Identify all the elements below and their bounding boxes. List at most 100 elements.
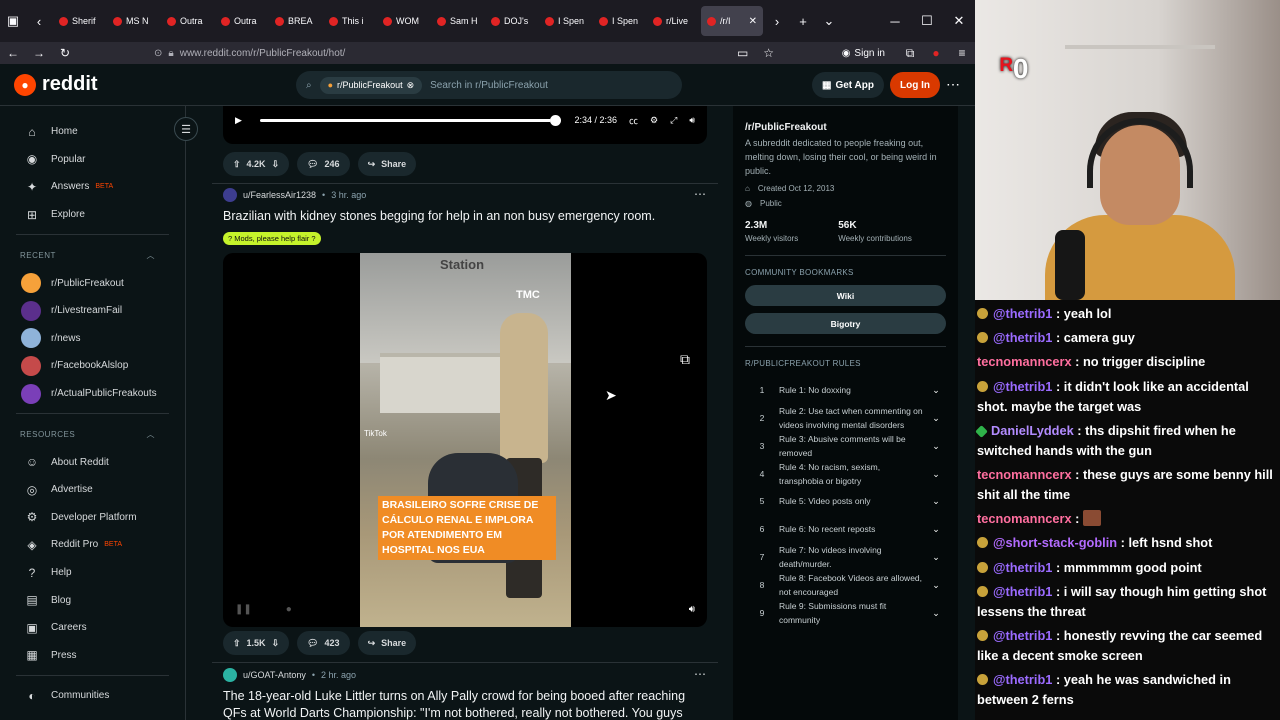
comments-button[interactable]: 💬︎ 246 <box>297 152 350 176</box>
sidebar-item-popular[interactable]: ◉ Popular <box>0 146 185 174</box>
browser-tab[interactable]: /r/I ✕ <box>701 6 763 36</box>
account-icon[interactable]: ◉ <box>842 48 851 59</box>
volume-icon[interactable]: 🔊︎ <box>689 115 695 126</box>
comments-button[interactable]: 💬︎ 423 <box>297 631 350 655</box>
rule-item[interactable]: 7 Rule 7: No videos involving death/murde… <box>745 543 946 571</box>
play-icon[interactable]: ▶ <box>235 115 242 126</box>
post-author[interactable]: u/FearlessAir1238 <box>243 190 316 200</box>
get-app-button[interactable]: ▦ Get App <box>812 72 884 98</box>
settings-gear-icon[interactable]: ⚙ <box>650 115 658 126</box>
resource-item[interactable]: ☺ About Reddit <box>0 448 185 476</box>
pause-icon[interactable]: ❚❚ <box>235 604 252 615</box>
resources-section-header[interactable]: RESOURCES ︿ <box>0 420 185 448</box>
scroll-tabs-left-icon[interactable]: ‹ <box>26 8 52 34</box>
chat-username[interactable]: @thetrib1 <box>993 379 1052 394</box>
avatar[interactable] <box>223 188 237 202</box>
rule-item[interactable]: 9 Rule 9: Submissions must fit community ⌄ <box>745 599 946 627</box>
app-menu-icon[interactable]: ≡ <box>949 46 975 60</box>
back-icon[interactable]: ← <box>0 46 26 60</box>
chevron-down-icon[interactable]: ⌄ <box>926 383 946 397</box>
recent-section-header[interactable]: RECENT ︿ <box>0 241 185 269</box>
browser-tab[interactable]: MS N <box>107 6 159 36</box>
more-options-icon[interactable]: ⋯ <box>946 76 960 93</box>
browser-tab[interactable]: DOJ's <box>485 6 537 36</box>
browser-tab[interactable]: I Spen <box>539 6 591 36</box>
post-author[interactable]: u/GOAT-Antony <box>243 670 306 680</box>
resource-item[interactable]: ⚙ Developer Platform <box>0 504 185 532</box>
video-player[interactable]: Station TMC TikTok BRASILEIRO SOFRE CRIS… <box>223 253 707 627</box>
collapse-sidebar-button[interactable]: ☰ <box>174 117 198 141</box>
browser-tab[interactable]: Sherif <box>53 6 105 36</box>
fullscreen-icon[interactable]: ⤢ <box>670 115 677 126</box>
site-info-icon[interactable]: ⊙ <box>154 48 162 59</box>
post-flair[interactable]: ? Mods, please help flair ? <box>223 232 321 245</box>
close-window-icon[interactable]: ✕ <box>943 8 975 34</box>
sidebar-item-home[interactable]: ⌂ Home <box>0 118 185 146</box>
resource-item[interactable]: ▦ Press <box>0 642 185 670</box>
share-button[interactable]: ↪ Share <box>357 631 417 655</box>
upvote-icon[interactable]: ⇧ <box>233 159 241 170</box>
browser-tab[interactable]: BREA <box>269 6 321 36</box>
sidebar-item-communities[interactable]: ◐ Communities <box>0 682 185 710</box>
bookmark-star-icon[interactable]: ☆ <box>756 46 782 60</box>
search-bar[interactable]: ⌕ ● r/PublicFreakout ⊗ Search in r/Publi… <box>296 71 682 99</box>
resource-item[interactable]: ◎ Advertise <box>0 476 185 504</box>
browser-tab[interactable]: r/Live <box>647 6 699 36</box>
browser-tab[interactable]: Outra <box>215 6 267 36</box>
resource-item[interactable]: ▣ Careers <box>0 614 185 642</box>
extensions-icon[interactable]: ⧉ <box>897 46 923 61</box>
post-options-icon[interactable]: ⋯ <box>694 667 706 681</box>
chat-username[interactable]: DanielLyddek <box>991 423 1074 438</box>
recent-community-item[interactable]: r/ActualPublicFreakouts <box>0 380 185 408</box>
upvote-icon[interactable]: ⇧ <box>233 638 241 649</box>
volume-icon[interactable]: 🔊︎ <box>689 604 695 615</box>
scroll-tabs-right-icon[interactable]: › <box>764 8 790 34</box>
tab-list-icon[interactable]: ⌄ <box>816 8 842 34</box>
bookmark-button[interactable]: Bigotry <box>745 313 946 334</box>
post-options-icon[interactable]: ⋯ <box>694 187 706 201</box>
chat-username[interactable]: tecnomanncerx <box>977 467 1072 482</box>
recent-community-item[interactable]: r/FacebookAlslop <box>0 352 185 380</box>
chat-username[interactable]: tecnomanncerx <box>977 354 1072 369</box>
community-name[interactable]: /r/PublicFreakout <box>745 122 946 133</box>
search-scope-chip[interactable]: ● r/PublicFreakout ⊗ <box>319 76 423 94</box>
rule-item[interactable]: 8 Rule 8: Facebook Videos are allowed, no… <box>745 571 946 599</box>
resource-item[interactable]: ▤ Blog <box>0 586 185 614</box>
post-title[interactable]: Brazilian with kidney stones begging for… <box>223 208 707 225</box>
sidebar-item-explore[interactable]: ⊞ Explore <box>0 201 185 229</box>
search-input[interactable]: Search in r/PublicFreakout <box>430 80 548 91</box>
reload-icon[interactable]: ↻ <box>52 46 78 60</box>
browser-tab[interactable]: Outra <box>161 6 213 36</box>
downvote-icon[interactable]: ⇩ <box>272 159 280 170</box>
captions-icon[interactable]: ㏄ <box>629 114 638 127</box>
chat-username[interactable]: @thetrib1 <box>993 560 1052 575</box>
browser-tab[interactable]: I Spen <box>593 6 645 36</box>
progress-knob-icon[interactable]: ● <box>286 604 292 615</box>
sign-in-link[interactable]: Sign in <box>854 48 885 59</box>
chat-username[interactable]: @short-stack-goblin <box>993 535 1117 550</box>
video-player[interactable]: ▶ 2:34 / 2:36 ㏄ ⚙ ⤢ 🔊︎ <box>223 106 707 144</box>
resource-item[interactable]: ◈ Reddit Pro BETA <box>0 531 185 559</box>
rule-item[interactable]: 4 Rule 4: No racism, sexism, transphobia … <box>745 460 946 488</box>
addon-icon[interactable]: ● <box>923 46 949 60</box>
close-tab-icon[interactable]: ✕ <box>749 16 757 27</box>
video-progress-bar[interactable] <box>259 114 562 126</box>
rule-item[interactable]: 1 Rule 1: No doxxing ⌄ <box>745 376 946 404</box>
recent-community-item[interactable]: r/LivestreamFail <box>0 297 185 325</box>
browser-tab[interactable]: WOM <box>377 6 429 36</box>
chat-username[interactable]: @thetrib1 <box>993 672 1052 687</box>
reddit-logo[interactable]: ● reddit <box>14 73 294 96</box>
expand-video-icon[interactable]: ⧉ <box>680 351 690 368</box>
bookmark-button[interactable]: Wiki <box>745 285 946 306</box>
chevron-down-icon[interactable]: ⌄ <box>926 467 946 481</box>
avatar[interactable] <box>223 668 237 682</box>
chat-username[interactable]: @thetrib1 <box>993 584 1052 599</box>
rule-item[interactable]: 5 Rule 5: Video posts only ⌄ <box>745 488 946 516</box>
chat-username[interactable]: tecnomanncerx <box>977 511 1072 526</box>
chevron-down-icon[interactable]: ⌄ <box>926 550 946 564</box>
post-title[interactable]: The 18-year-old Luke Littler turns on Al… <box>223 688 707 720</box>
resource-item[interactable]: ? Help <box>0 559 185 587</box>
chevron-down-icon[interactable]: ⌄ <box>926 578 946 592</box>
chat-username[interactable]: @thetrib1 <box>993 330 1052 345</box>
rule-item[interactable]: 3 Rule 3: Abusive comments will be remove… <box>745 432 946 460</box>
